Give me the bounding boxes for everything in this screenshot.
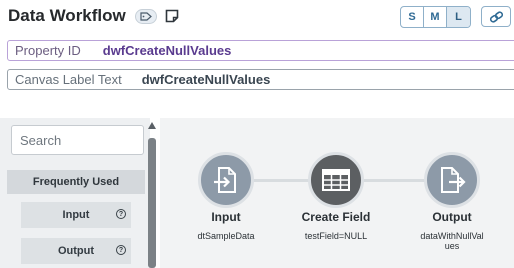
search-input[interactable] — [11, 125, 144, 155]
node-title-create-field: Create Field — [301, 210, 371, 224]
help-icon[interactable]: ? — [116, 245, 126, 255]
tool-item-label: Output — [57, 245, 95, 257]
tool-item-output[interactable]: Output ? — [21, 238, 131, 264]
node-title-output: Output — [432, 210, 472, 224]
canvas-label-value[interactable]: dwfCreateNullValues — [142, 72, 271, 87]
tag-button[interactable] — [134, 8, 157, 24]
note-button[interactable] — [164, 8, 180, 24]
node-subtitle-output: dataWithNullVal — [420, 231, 484, 241]
export-document-icon — [441, 167, 466, 193]
table-icon — [322, 169, 350, 191]
property-id-label: Property ID — [15, 43, 81, 58]
note-icon — [165, 9, 179, 23]
scroll-up-arrow-icon[interactable] — [148, 122, 156, 129]
help-icon[interactable]: ? — [116, 209, 126, 219]
tag-icon — [140, 11, 152, 21]
size-small-button[interactable]: S — [401, 7, 424, 27]
node-title-input: Input — [211, 210, 241, 224]
tool-item-input[interactable]: Input ? — [21, 202, 131, 228]
link-button[interactable] — [481, 6, 511, 27]
workflow-node-create-field[interactable] — [308, 152, 364, 208]
workflow-node-input[interactable] — [198, 152, 254, 208]
page-title: Data Workflow — [8, 6, 126, 25]
property-id-field[interactable]: Property ID dwfCreateNullValues — [7, 40, 514, 61]
node-subtitle-input: dtSampleData — [197, 231, 255, 241]
size-large-button[interactable]: L — [447, 7, 470, 27]
connector-line — [360, 179, 426, 182]
size-medium-button[interactable]: M — [424, 7, 447, 27]
size-selector: S M L — [400, 6, 471, 28]
workflow-node-output[interactable] — [424, 152, 480, 208]
import-document-icon — [214, 167, 236, 193]
toolbox-scrollbar[interactable] — [147, 122, 157, 268]
property-id-value[interactable]: dwfCreateNullValues — [103, 43, 232, 58]
link-icon — [489, 10, 503, 23]
scroll-thumb[interactable] — [148, 138, 156, 268]
canvas-label-field[interactable]: Canvas Label Text dwfCreateNullValues — [7, 69, 514, 90]
tool-item-label: Input — [62, 209, 90, 221]
canvas-label-label: Canvas Label Text — [15, 72, 122, 87]
connector-line — [250, 179, 310, 182]
header: Data Workflow — [8, 5, 180, 27]
node-subtitle-create-field: testField=NULL — [304, 231, 368, 241]
section-frequently-used[interactable]: Frequently Used — [7, 170, 145, 194]
node-subtitle-output-cont: ues — [444, 241, 460, 251]
